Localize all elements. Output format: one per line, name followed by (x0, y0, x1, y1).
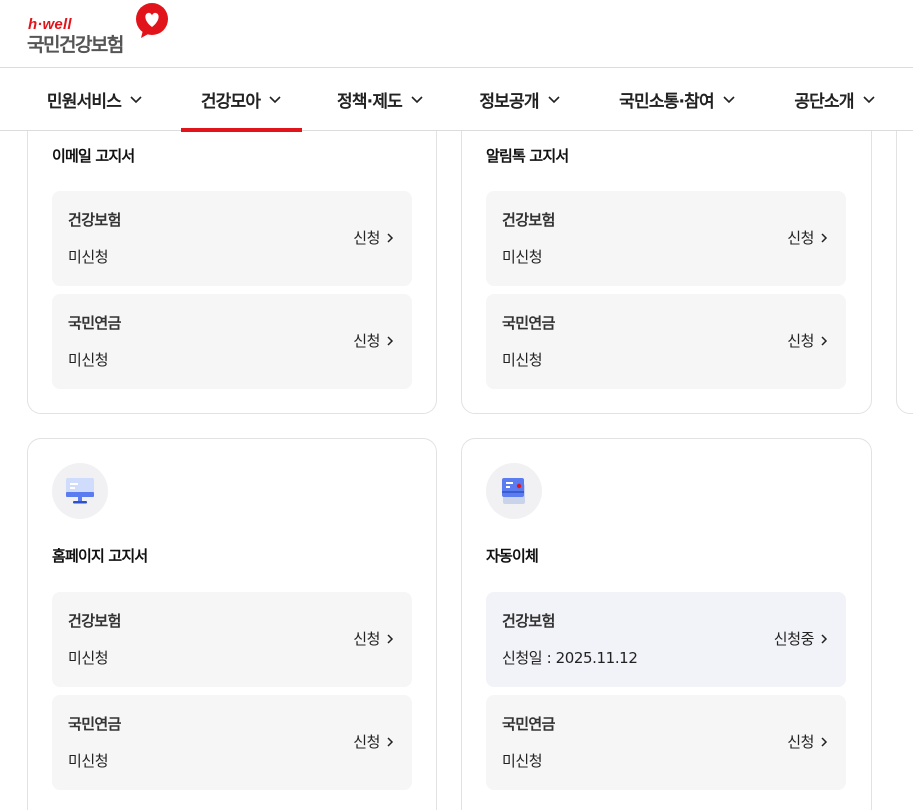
row-health-insurance[interactable]: 건강보험 미신청 신청 (486, 191, 846, 286)
row-name: 국민연금 (68, 314, 121, 332)
nav-item-about[interactable]: 공단소개 (780, 68, 890, 130)
chevron-right-icon (387, 633, 394, 644)
chevron-right-icon (387, 232, 394, 243)
apply-label: 신청 (353, 332, 380, 350)
apply-label: 신청 (353, 733, 380, 751)
card-title: 자동이체 (486, 547, 539, 565)
row-name: 건강보험 (502, 612, 555, 630)
nav-item-participation[interactable]: 국민소통·참여 (605, 68, 750, 130)
row-national-pension[interactable]: 국민연금 미신청 신청 (486, 294, 846, 389)
row-applied-date: 신청일 : 2025.11.12 (502, 649, 638, 667)
heart-logo-icon (136, 3, 168, 38)
row-status: 미신청 (68, 752, 109, 770)
apply-label: 신청 (787, 229, 814, 247)
chevron-down-icon (411, 96, 423, 104)
apply-button[interactable]: 신청 (353, 330, 394, 351)
nav-item-disclosure[interactable]: 정보공개 (465, 68, 575, 130)
nav-item-label: 민원서비스 (46, 91, 122, 112)
monitor-icon (66, 478, 94, 504)
chevron-down-icon (723, 96, 735, 104)
chevron-right-icon (821, 335, 828, 346)
icon-circle (52, 463, 108, 519)
in-progress-button[interactable]: 신청중 (774, 628, 828, 649)
chevron-right-icon (387, 736, 394, 747)
main-nav: 민원서비스 건강모아 정책·제도 정보공개 국민소통·참여 공단소개 (0, 68, 913, 132)
in-progress-label: 신청중 (773, 630, 815, 648)
nav-item-label: 정보공개 (479, 91, 539, 112)
chevron-down-icon (269, 96, 281, 104)
icon-circle (486, 463, 542, 519)
row-health-insurance[interactable]: 건강보험 신청일 : 2025.11.12 신청중 (486, 592, 846, 687)
row-name: 국민연금 (502, 715, 555, 733)
row-health-insurance[interactable]: 건강보험 미신청 신청 (52, 191, 412, 286)
row-status: 미신청 (502, 351, 543, 369)
apply-label: 신청 (353, 630, 380, 648)
chevron-right-icon (821, 736, 828, 747)
apply-label: 신청 (787, 733, 814, 751)
apply-label: 신청 (787, 332, 814, 350)
row-name: 건강보험 (502, 211, 555, 229)
chevron-down-icon (548, 96, 560, 104)
apply-button[interactable]: 신청 (353, 731, 394, 752)
card-icon (502, 478, 525, 504)
apply-button[interactable]: 신청 (787, 731, 828, 752)
row-name: 국민연금 (502, 314, 555, 332)
apply-button[interactable]: 신청 (787, 330, 828, 351)
chevron-down-icon (863, 96, 875, 104)
row-status: 미신청 (502, 248, 543, 266)
chevron-down-icon (130, 96, 142, 104)
site-header: h·well 국민건강보험 (0, 0, 913, 68)
nav-item-label: 공단소개 (794, 91, 854, 112)
card-homepage-bill: 홈페이지 고지서 건강보험 미신청 신청 국민연금 미신청 신청 (27, 438, 437, 810)
row-status: 미신청 (502, 752, 543, 770)
nav-item-health-moa[interactable]: 건강모아 (181, 68, 302, 132)
row-name: 건강보험 (68, 612, 121, 630)
card-auto-payment: 자동이체 건강보험 신청일 : 2025.11.12 신청중 국민연금 미신청 … (461, 438, 872, 810)
card-alimtalk-bill: 알림톡 고지서 건강보험 미신청 신청 국민연금 미신청 신청 (461, 100, 872, 414)
row-health-insurance[interactable]: 건강보험 미신청 신청 (52, 592, 412, 687)
nav-item-label: 국민소통·참여 (619, 91, 715, 112)
row-status: 미신청 (68, 248, 109, 266)
apply-button[interactable]: 신청 (787, 227, 828, 248)
chevron-right-icon (821, 633, 828, 644)
card-partial-right (896, 100, 913, 414)
nav-item-label: 정책·제도 (336, 91, 403, 112)
card-email-bill: 이메일 고지서 건강보험 미신청 신청 국민연금 미신청 신청 (27, 100, 437, 414)
card-title: 알림톡 고지서 (486, 147, 569, 165)
row-national-pension[interactable]: 국민연금 미신청 신청 (52, 294, 412, 389)
row-status: 미신청 (68, 351, 109, 369)
card-title: 홈페이지 고지서 (52, 547, 148, 565)
nav-item-policy[interactable]: 정책·제도 (323, 68, 438, 130)
row-name: 건강보험 (68, 211, 121, 229)
nav-item-label: 건강모아 (200, 91, 261, 112)
row-name: 국민연금 (68, 715, 121, 733)
apply-button[interactable]: 신청 (353, 628, 394, 649)
chevron-right-icon (387, 335, 394, 346)
logo-main-text: 국민건강보험 (27, 34, 124, 56)
row-national-pension[interactable]: 국민연금 미신청 신청 (486, 695, 846, 790)
row-national-pension[interactable]: 국민연금 미신청 신청 (52, 695, 412, 790)
apply-label: 신청 (353, 229, 380, 247)
chevron-right-icon (821, 232, 828, 243)
row-status: 미신청 (68, 649, 109, 667)
apply-button[interactable]: 신청 (353, 227, 394, 248)
nav-item-civil-service[interactable]: 민원서비스 (30, 68, 160, 130)
card-title: 이메일 고지서 (52, 147, 135, 165)
